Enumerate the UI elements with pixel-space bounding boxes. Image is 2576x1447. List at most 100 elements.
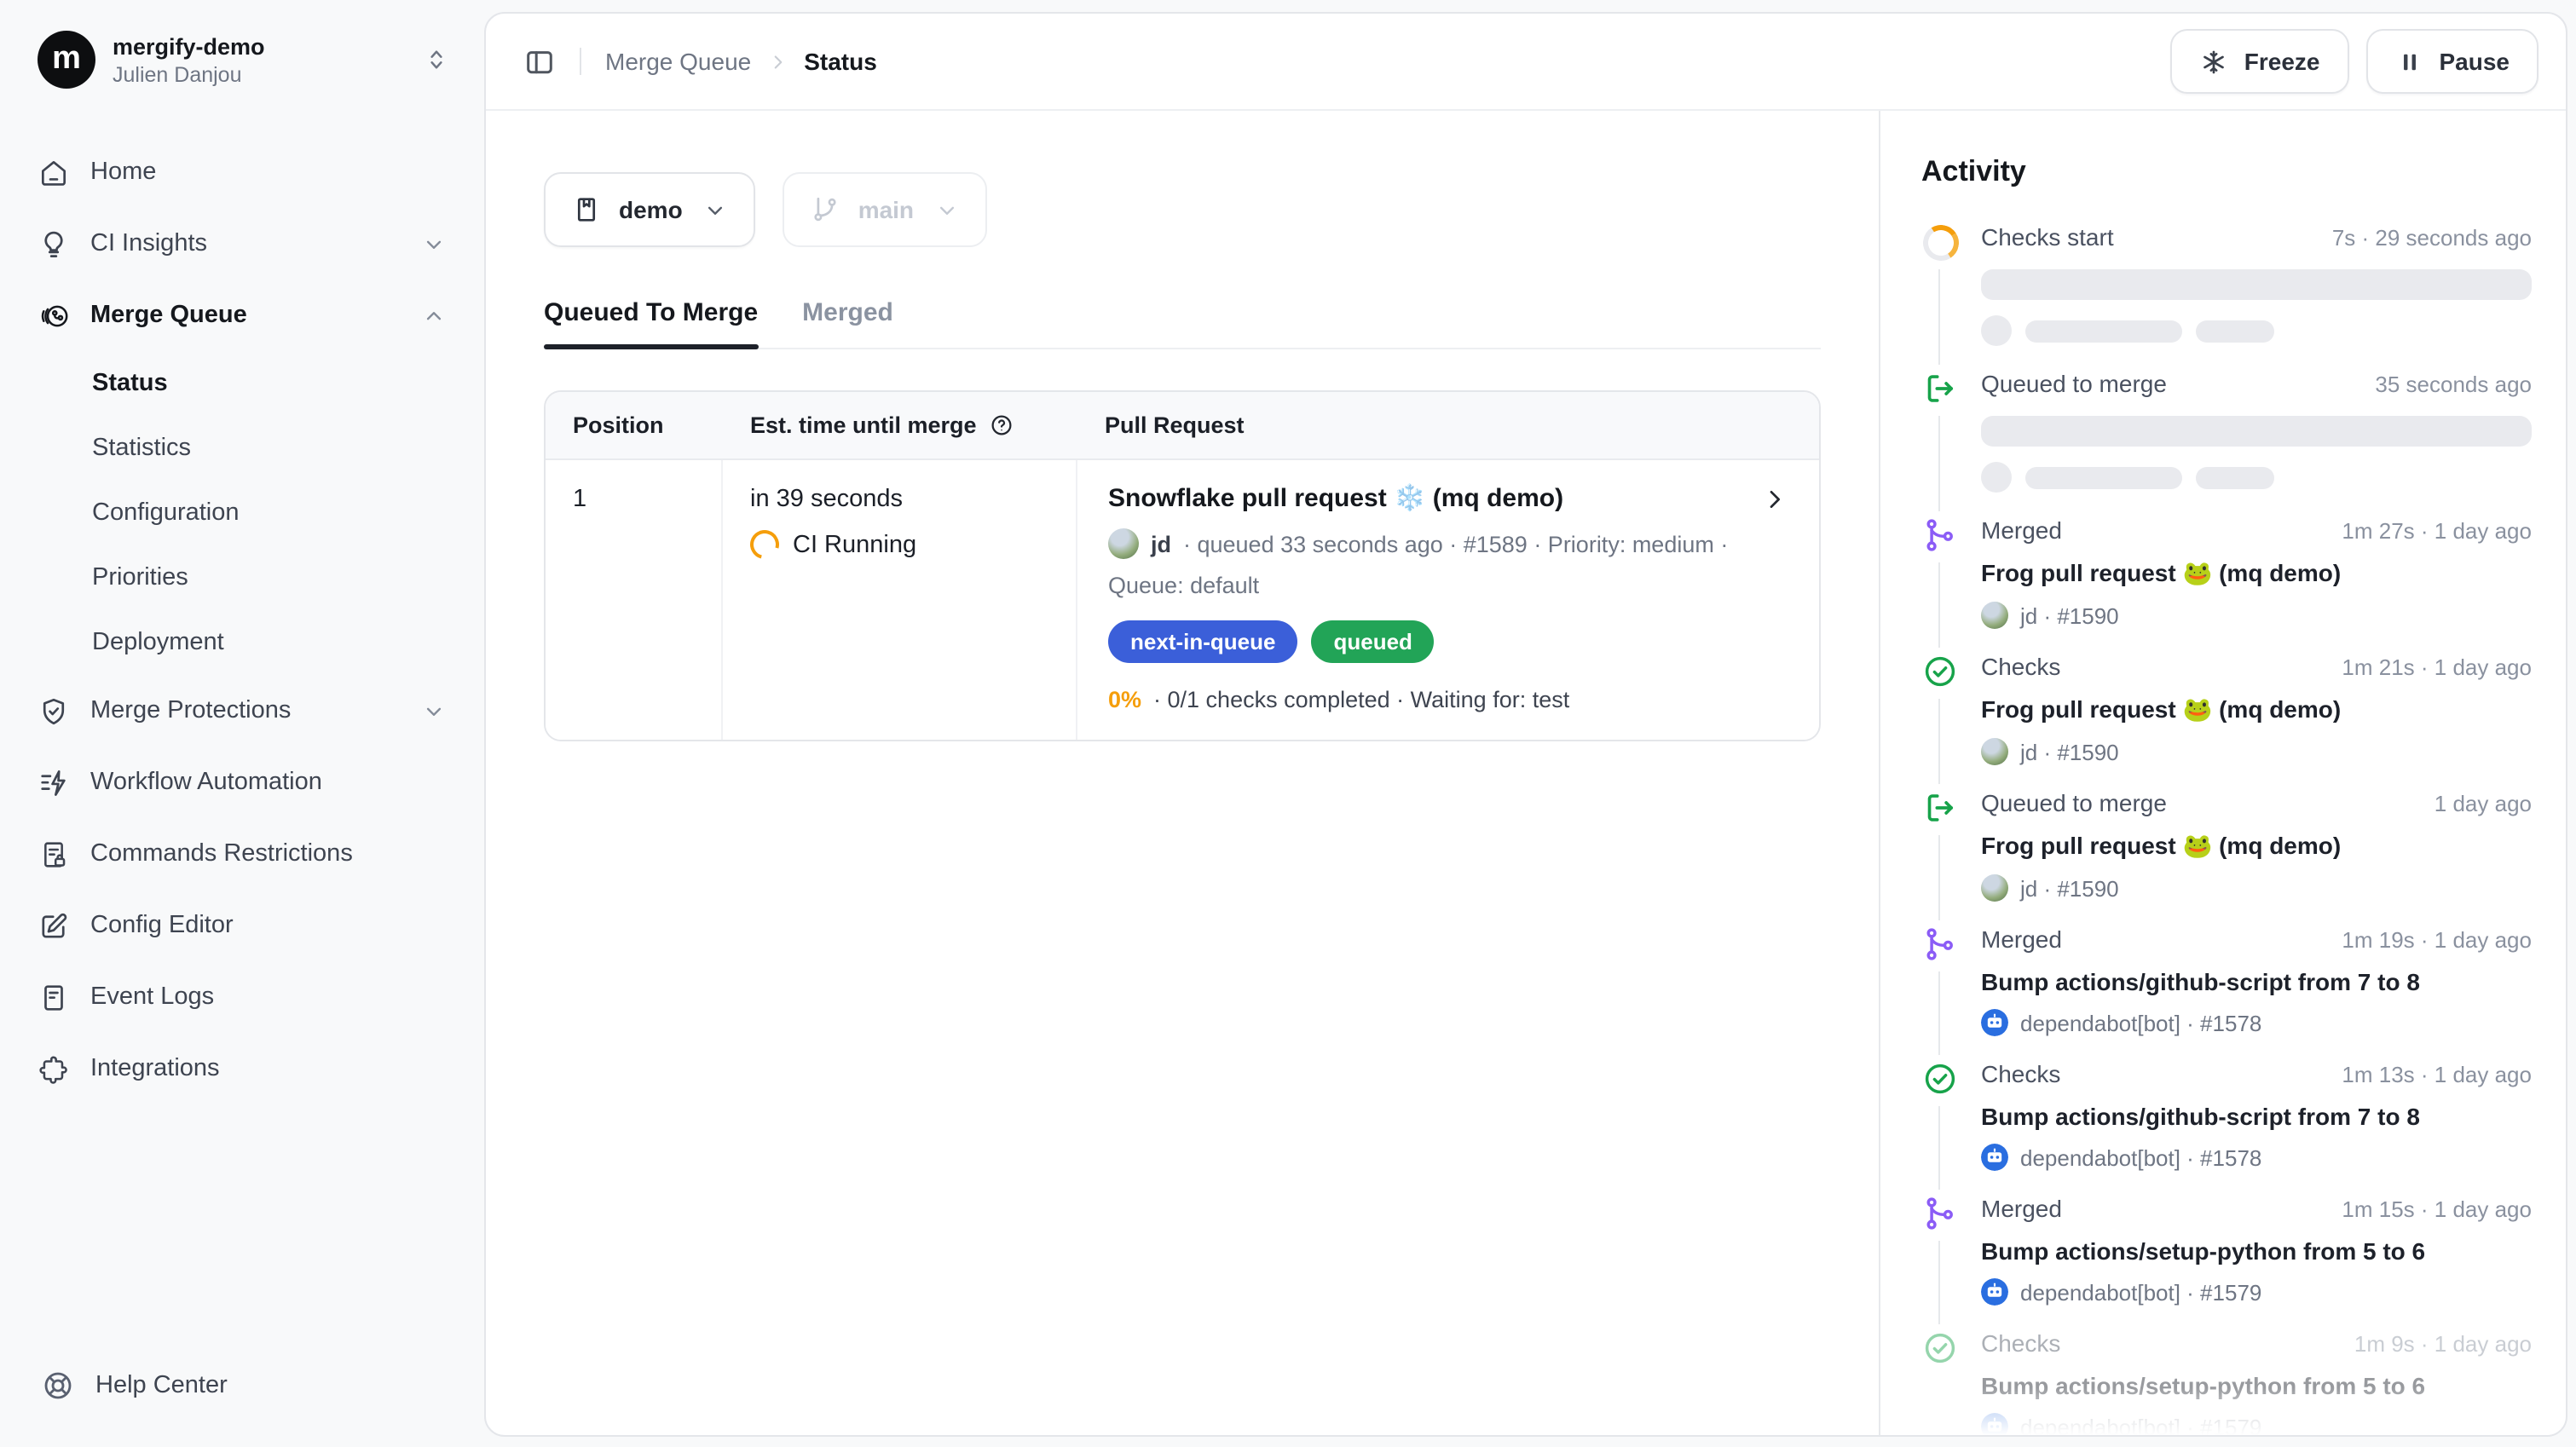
activity-byline: jd · #1590 <box>1981 602 2532 653</box>
sidebar-item-deployment[interactable]: Deployment <box>20 610 464 675</box>
sidebar-item-label: Home <box>90 159 156 186</box>
sidebar-item-label: Statistics <box>92 435 191 462</box>
chevron-down-icon <box>703 197 729 222</box>
sidebar-item-home[interactable]: Home <box>20 136 464 208</box>
activity-time: 1m 19s · 1 day ago <box>2342 927 2532 953</box>
activity-pr-title: Bump actions/github-script from 7 to 8 <box>1981 968 2532 995</box>
topbar: Merge Queue Status Freeze Pause <box>486 14 2566 111</box>
avatar-jd <box>1981 602 2008 629</box>
sidebar-item-label: Priorities <box>92 564 188 591</box>
sidebar-nav: Home CI Insights Merge Queue Status Statisti… <box>0 112 484 1352</box>
activity-item[interactable]: Merged1m 15s · 1 day agoBump actions/set… <box>1921 1195 2532 1329</box>
sidebar-item-merge-queue[interactable]: Merge Queue <box>20 280 464 351</box>
sidebar-item-status[interactable]: Status <box>20 351 464 416</box>
sidebar: m mergify-demo Julien Danjou Home CI Insi… <box>0 0 484 1447</box>
pause-icon <box>2395 47 2424 76</box>
ci-running-spinner-icon <box>745 525 784 564</box>
chevron-up-icon <box>421 303 447 328</box>
sidebar-item-commands-restrictions[interactable]: Commands Restrictions <box>20 818 464 890</box>
activity-time: 1m 15s · 1 day ago <box>2342 1196 2532 1222</box>
sidebar-toggle-button[interactable] <box>523 45 556 78</box>
lightbulb-icon <box>38 228 70 260</box>
activity-list: Checks start7s · 29 seconds agoQueued to… <box>1921 223 2532 1435</box>
activity-label: Merged <box>1981 516 2062 544</box>
spinner-icon <box>1921 223 1959 261</box>
pause-button[interactable]: Pause <box>2366 29 2539 94</box>
repository-icon <box>571 194 602 225</box>
activity-label: Merged <box>1981 1195 2062 1222</box>
sidebar-item-label: Commands Restrictions <box>90 840 353 868</box>
activity-item[interactable]: Merged1m 19s · 1 day agoBump actions/git… <box>1921 925 2532 1060</box>
sidebar-item-event-logs[interactable]: Event Logs <box>20 961 464 1033</box>
activity-time: 1 day ago <box>2434 791 2532 816</box>
queue-row[interactable]: 1 in 39 seconds CI Running Snowfl <box>546 460 1819 740</box>
sidebar-item-configuration[interactable]: Configuration <box>20 481 464 545</box>
sidebar-item-integrations[interactable]: Integrations <box>20 1033 464 1104</box>
pr-checks-summary: 0% · 0/1 checks completed · Waiting for:… <box>1108 687 1788 712</box>
activity-pr-title: Frog pull request 🐸 (mq demo) <box>1981 695 2532 724</box>
activity-pr-title: Frog pull request 🐸 (mq demo) <box>1981 832 2532 861</box>
main-card: Merge Queue Status Freeze Pause <box>484 12 2567 1437</box>
sidebar-item-label: Merge Protections <box>90 697 291 724</box>
queue-row-position: 1 <box>546 460 723 740</box>
activity-label: Queued to merge <box>1981 370 2167 397</box>
activity-item[interactable]: Checks1m 13s · 1 day agoBump actions/git… <box>1921 1060 2532 1195</box>
activity-item[interactable]: Queued to merge 1 day ago Frog pull reques… <box>1921 789 2532 925</box>
dependabot-avatar <box>1981 1278 2008 1306</box>
column-position: Position <box>546 392 723 458</box>
workflow-zap-icon <box>38 766 70 798</box>
activity-item[interactable]: Checks 1m 9s · 1 day ago Bump actions/setu… <box>1921 1329 2532 1435</box>
tab-merged[interactable]: Merged <box>802 298 893 348</box>
activity-item[interactable]: Merged1m 27s · 1 day agoFrog pull reques… <box>1921 516 2532 653</box>
chevrons-up-down-icon <box>423 46 450 73</box>
tab-queued-to-merge[interactable]: Queued To Merge <box>544 298 758 348</box>
sidebar-item-label: Status <box>92 370 168 397</box>
org-switcher[interactable]: m mergify-demo Julien Danjou <box>24 20 464 99</box>
loading-skeleton <box>1981 416 2532 516</box>
puzzle-icon <box>38 1052 70 1085</box>
freeze-button[interactable]: Freeze <box>2171 29 2349 94</box>
pull-request-title[interactable]: Snowflake pull request ❄️ (mq demo) <box>1108 482 1563 513</box>
sidebar-item-statistics[interactable]: Statistics <box>20 416 464 481</box>
activity-label: Checks <box>1981 653 2060 680</box>
snowflake-icon <box>2200 47 2229 76</box>
sidebar-item-config-editor[interactable]: Config Editor <box>20 890 464 961</box>
activity-time: 1m 9s · 1 day ago <box>2354 1331 2532 1357</box>
file-text-icon <box>38 981 70 1013</box>
activity-byline: jd · #1590 <box>1981 738 2532 789</box>
breadcrumb-chevron-icon <box>766 50 788 72</box>
sidebar-item-ci-insights[interactable]: CI Insights <box>20 208 464 280</box>
activity-pr-title: Bump actions/setup-python from 5 to 6 <box>1981 1372 2532 1399</box>
org-name: mergify-demo <box>113 33 265 59</box>
activity-item[interactable]: Checks start7s · 29 seconds ago <box>1921 223 2532 370</box>
label-next-in-queue: next-in-queue <box>1108 620 1297 663</box>
checks-progress: 0% <box>1108 687 1141 712</box>
sidebar-item-label: Deployment <box>92 629 224 656</box>
sidebar-item-label: Workflow Automation <box>90 769 322 796</box>
life-buoy-icon <box>41 1369 75 1403</box>
chevron-right-icon[interactable] <box>1761 482 1788 513</box>
sidebar-item-merge-protections[interactable]: Merge Protections <box>20 675 464 747</box>
activity-byline: jd · #1590 <box>1981 874 2532 925</box>
activity-item[interactable]: Queued to merge35 seconds ago <box>1921 370 2532 516</box>
help-circle-icon[interactable] <box>989 412 1014 438</box>
activity-pr-title: Bump actions/github-script from 7 to 8 <box>1981 1103 2532 1130</box>
breadcrumb-merge-queue[interactable]: Merge Queue <box>605 48 751 75</box>
help-center-link[interactable]: Help Center <box>0 1352 484 1427</box>
app: m mergify-demo Julien Danjou Home CI Insi… <box>0 0 2576 1447</box>
repository-select[interactable]: demo <box>544 172 756 247</box>
activity-byline: dependabot[bot] · #1578 <box>1981 1009 2532 1060</box>
loading-skeleton <box>1981 269 2532 370</box>
activity-byline: dependabot[bot] · #1579 <box>1981 1413 2532 1435</box>
activity-label: Checks <box>1981 1329 2060 1357</box>
activity-label: Queued to merge <box>1981 789 2167 816</box>
sidebar-item-workflow-automation[interactable]: Workflow Automation <box>20 747 464 818</box>
shield-check-icon <box>38 695 70 727</box>
dependabot-avatar <box>1981 1009 2008 1036</box>
activity-item[interactable]: Checks1m 21s · 1 day agoFrog pull reques… <box>1921 653 2532 789</box>
sidebar-item-label: Merge Queue <box>90 302 247 329</box>
sidebar-item-priorities[interactable]: Priorities <box>20 545 464 610</box>
column-pull-request: Pull Request <box>1077 392 1819 458</box>
queue-section: demo main Queued To Merge Merged <box>486 111 1879 1435</box>
chevron-down-icon <box>421 698 447 724</box>
